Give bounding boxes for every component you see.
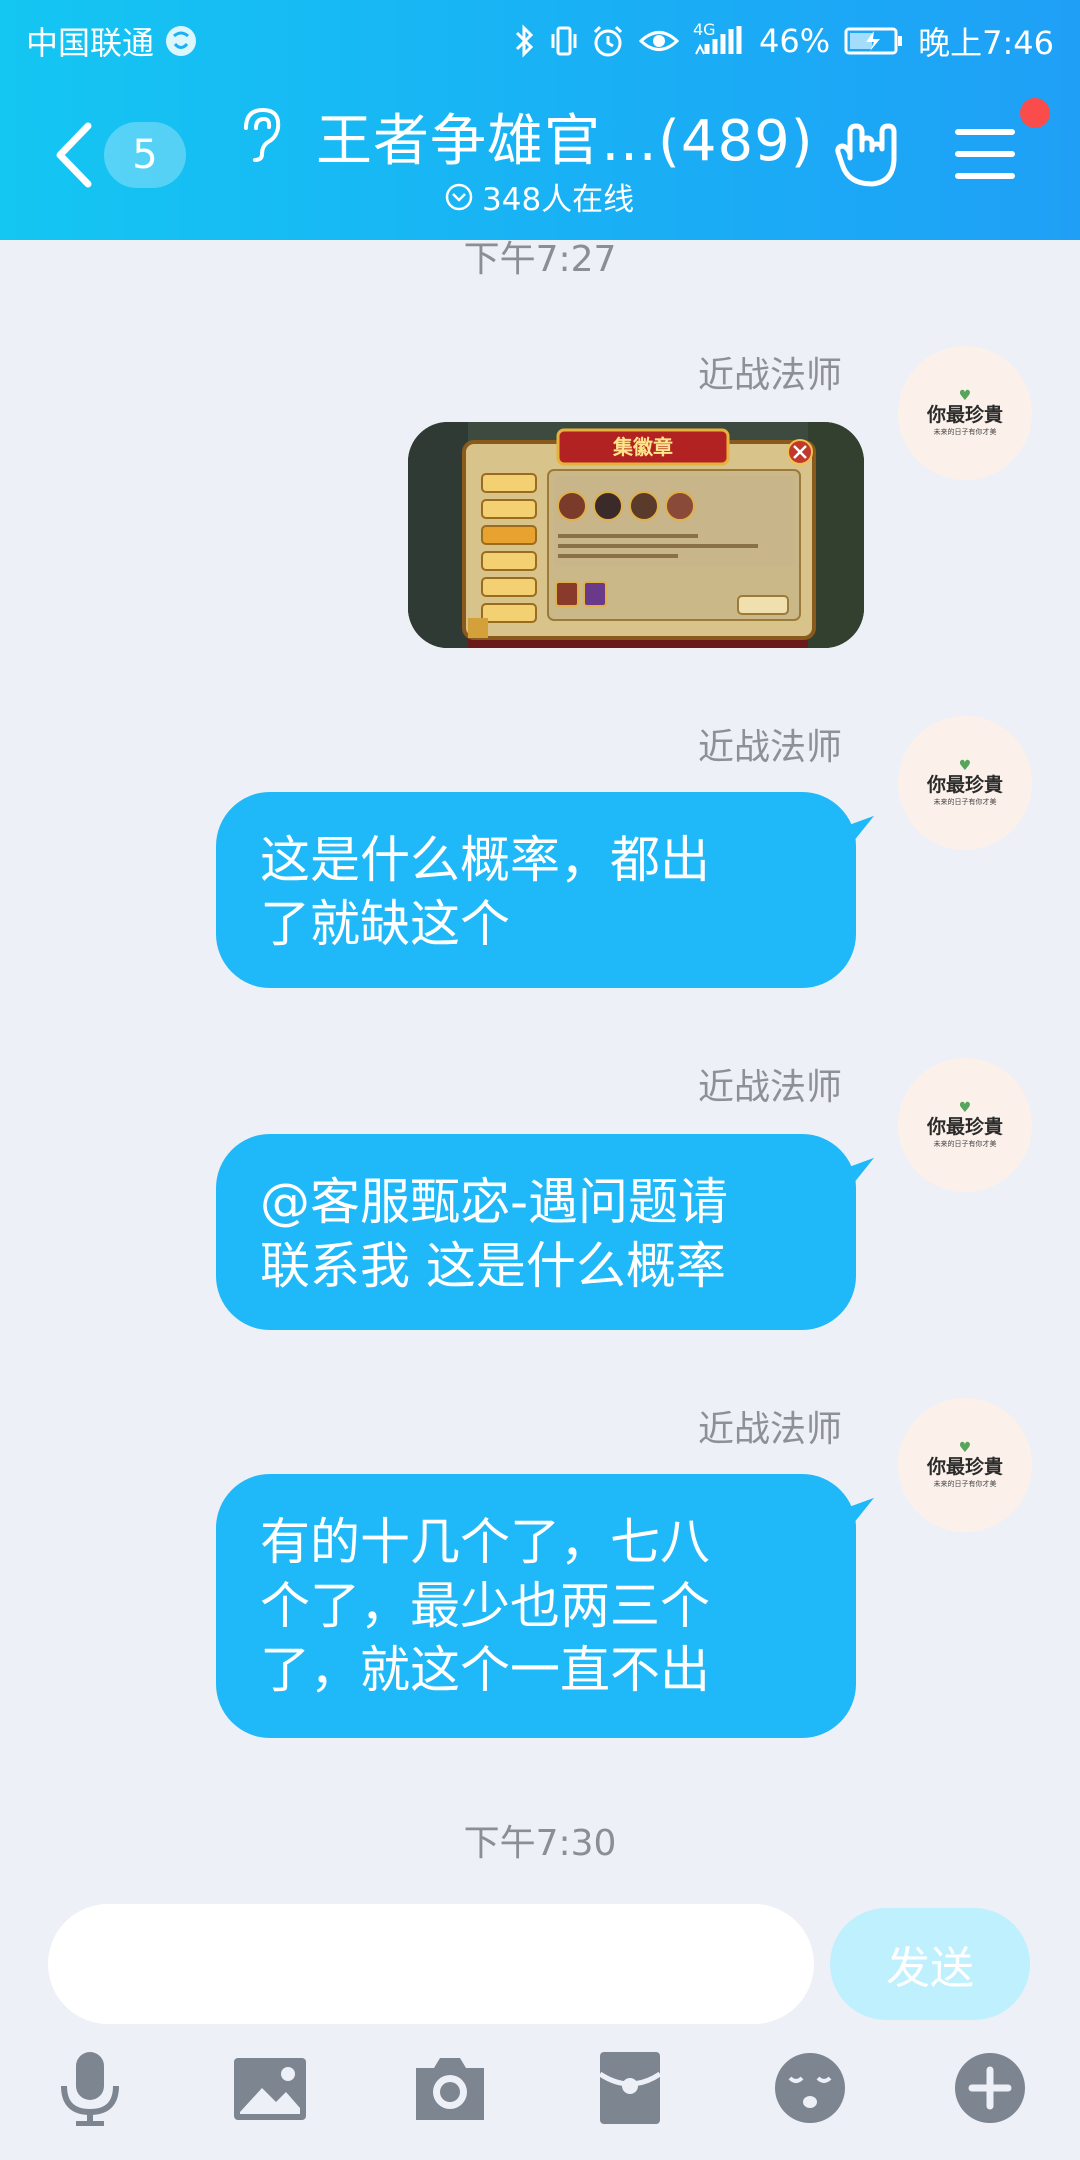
message-bubble[interactable]: @客服甄宓-遇问题请 联系我 这是什么概率 [216,1134,856,1330]
vibrate-icon [551,24,577,58]
back-button[interactable] [50,118,98,192]
camera-icon[interactable] [412,2050,488,2126]
battery-charging-icon [844,26,904,56]
avatar-text: 你最珍貴 [926,404,1003,426]
gesture-hand-icon[interactable] [830,118,902,190]
avatar-subtext: 未来的日子有你才美 [933,798,997,806]
avatar-subtext: 未来的日子有你才美 [933,428,997,436]
avatar[interactable]: ♥ 你最珍貴 未来的日子有你才美 [898,1058,1032,1192]
alarm-icon [591,24,625,58]
image-title: 集徽章 [612,435,673,459]
message-line: 有的十几个了，七八 [260,1513,710,1571]
message-bubble[interactable]: 有的十几个了，七八 个了，最少也两三个 了，就这个一直不出 [216,1474,856,1738]
red-packet-icon[interactable] [592,2050,668,2126]
plus-icon[interactable] [952,2050,1028,2126]
chevron-down-circle-icon [444,182,474,212]
sender-name: 近战法师 [697,727,842,768]
heart-icon: ♥ [958,1440,972,1456]
online-count-text: 348人在线 [482,182,635,218]
message-bubble[interactable]: 这是什么概率，都出 了就缺这个 [216,792,856,988]
message-line: 了就缺这个 [260,895,510,953]
status-bar: 中国联通 4G 46% 晚上7:46 [0,0,1080,72]
carrier-label: 中国联通 [26,24,155,62]
avatar-text: 你最珍貴 [926,1116,1003,1138]
unread-count-badge[interactable]: 5 [104,122,186,188]
avatar[interactable]: ♥ 你最珍貴 未来的日子有你才美 [898,716,1032,850]
avatar-text: 你最珍貴 [926,1456,1003,1478]
sender-name: 近战法师 [697,1409,842,1450]
avatar-subtext: 未来的日子有你才美 [933,1480,997,1488]
earpiece-mode-icon[interactable] [236,106,286,162]
emoji-icon[interactable] [772,2050,848,2126]
chat-header: 中国联通 4G 46% 晚上7:46 5 王者争雄官…(489) 348人在线 [0,0,1080,240]
clock-time: 晚上7:46 [918,24,1054,62]
notification-dot [1020,98,1050,128]
signal-icon: 4G [693,20,745,58]
image-message[interactable]: 集徽章 [408,422,864,648]
menu-icon[interactable] [954,126,1016,182]
message-line: 联系我 这是什么概率 [260,1237,726,1295]
sender-name: 近战法师 [697,1067,842,1108]
heart-icon: ♥ [958,388,972,404]
picture-icon[interactable] [232,2050,308,2126]
timestamp: 下午7:30 [463,1823,617,1864]
hd-call-icon [164,24,198,58]
message-line: 了，就这个一直不出 [260,1641,710,1699]
battery-percent: 46% [759,22,831,60]
message-line: 个了，最少也两三个 [260,1577,710,1635]
send-button[interactable]: 发送 [830,1908,1030,2020]
message-line: @客服甄宓-遇问题请 [260,1173,729,1231]
avatar[interactable]: ♥ 你最珍貴 未来的日子有你才美 [898,346,1032,480]
eye-icon [639,24,679,58]
avatar[interactable]: ♥ 你最珍貴 未来的日子有你才美 [898,1398,1032,1532]
bluetooth-icon [511,24,537,58]
heart-icon: ♥ [958,1100,972,1116]
sender-name: 近战法师 [697,355,842,396]
avatar-text: 你最珍貴 [926,774,1003,796]
heart-icon: ♥ [958,758,972,774]
message-input[interactable] [48,1904,814,2024]
microphone-icon[interactable] [52,2050,128,2127]
network-type: 4G [693,20,716,39]
timestamp: 下午7:27 [463,239,617,280]
online-count[interactable]: 348人在线 [444,174,634,219]
group-title[interactable]: 王者争雄官…(489) [316,96,814,177]
game-screenshot-thumbnail: 集徽章 [408,422,864,648]
avatar-subtext: 未来的日子有你才美 [933,1140,997,1148]
message-line: 这是什么概率，都出 [260,831,710,889]
